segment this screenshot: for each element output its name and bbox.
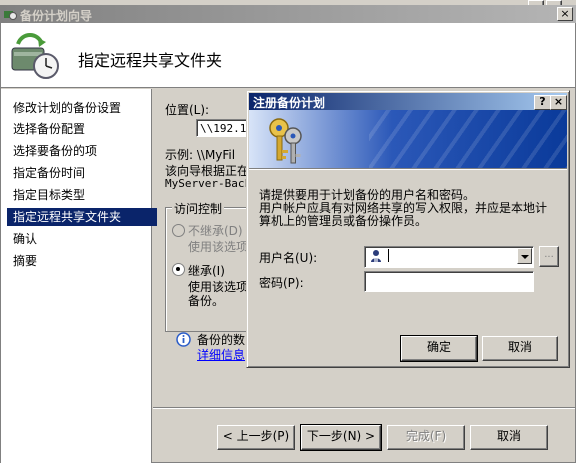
chevron-down-icon[interactable] — [517, 248, 532, 264]
banner-pattern — [369, 110, 567, 168]
backup-app-icon — [4, 11, 17, 20]
location-label: 位置(L): — [165, 103, 210, 117]
wizard-title: 备份计划向导 — [20, 9, 93, 23]
dialog-help-button[interactable]: ? — [534, 95, 551, 110]
nav-step-target-type[interactable]: 指定目标类型 — [7, 186, 157, 204]
dialog-close-button[interactable]: × — [550, 95, 567, 110]
dialog-ok-button[interactable]: 确定 — [400, 335, 478, 362]
page-title: 指定远程共享文件夹 — [78, 51, 223, 70]
dialog-cancel-button[interactable]: 取消 — [482, 336, 558, 361]
details-link[interactable]: 详细信息 — [197, 346, 245, 363]
next-button[interactable]: 下一步(N) > — [300, 424, 382, 451]
radio-selected-dot — [176, 267, 180, 271]
nav-step-modify-settings[interactable]: 修改计划的备份设置 — [7, 99, 157, 117]
backup-clock-icon — [11, 33, 59, 79]
bottom-separator — [153, 407, 575, 409]
no-inherit-description: 使用该选项 — [188, 240, 249, 254]
dialog-banner — [249, 110, 567, 168]
nav-step-summary[interactable]: 摘要 — [7, 252, 157, 270]
dialog-banner-separator — [249, 168, 567, 170]
username-label: 用户名(U): — [259, 251, 318, 265]
keys-icon — [269, 118, 302, 164]
nav-step-remote-share[interactable]: 指定远程共享文件夹 — [7, 208, 157, 226]
dialog-title: 注册备份计划 — [253, 96, 326, 110]
nav-step-backup-time[interactable]: 指定备份时间 — [7, 164, 157, 182]
example-text: 示例: \\MyFil — [165, 148, 236, 162]
dialog-instruction-3: 算机上的管理员或备份操作员。 — [259, 214, 428, 228]
dialog-title-bar[interactable]: 注册备份计划 ? × — [249, 93, 567, 110]
user-icon — [371, 250, 381, 262]
description-line-2: MyServer-Back — [165, 177, 252, 190]
password-field[interactable] — [364, 271, 534, 292]
wizard-title-bar[interactable]: 备份计划向导 — [0, 5, 576, 23]
inherit-label: 继承(I) — [188, 264, 225, 278]
nav-step-select-items[interactable]: 选择要备份的项 — [7, 142, 157, 160]
wizard-steps-nav: 修改计划的备份设置 选择备份配置 选择要备份的项 指定备份时间 指定目标类型 指… — [1, 89, 157, 463]
access-control-title: 访问控制 — [172, 200, 225, 217]
inherit-description-2: 备份。 — [188, 294, 225, 308]
browse-users-button[interactable]: ... — [539, 246, 559, 267]
info-icon — [176, 332, 191, 347]
nav-step-backup-config[interactable]: 选择备份配置 — [7, 120, 157, 138]
inherit-radio[interactable] — [172, 263, 185, 276]
no-inherit-label: 不继承(D) — [188, 224, 243, 238]
nav-step-confirm[interactable]: 确认 — [7, 230, 157, 248]
text-caret — [388, 249, 389, 262]
password-label: 密码(P): — [259, 276, 304, 290]
username-combobox[interactable] — [364, 246, 534, 268]
back-button[interactable]: < 上一步(P) — [217, 425, 295, 450]
wizard-close-button[interactable]: × — [557, 7, 573, 21]
wizard-cancel-button[interactable]: 取消 — [470, 425, 548, 450]
finish-button[interactable]: 完成(F) — [387, 425, 465, 450]
no-inherit-radio[interactable] — [172, 224, 185, 237]
